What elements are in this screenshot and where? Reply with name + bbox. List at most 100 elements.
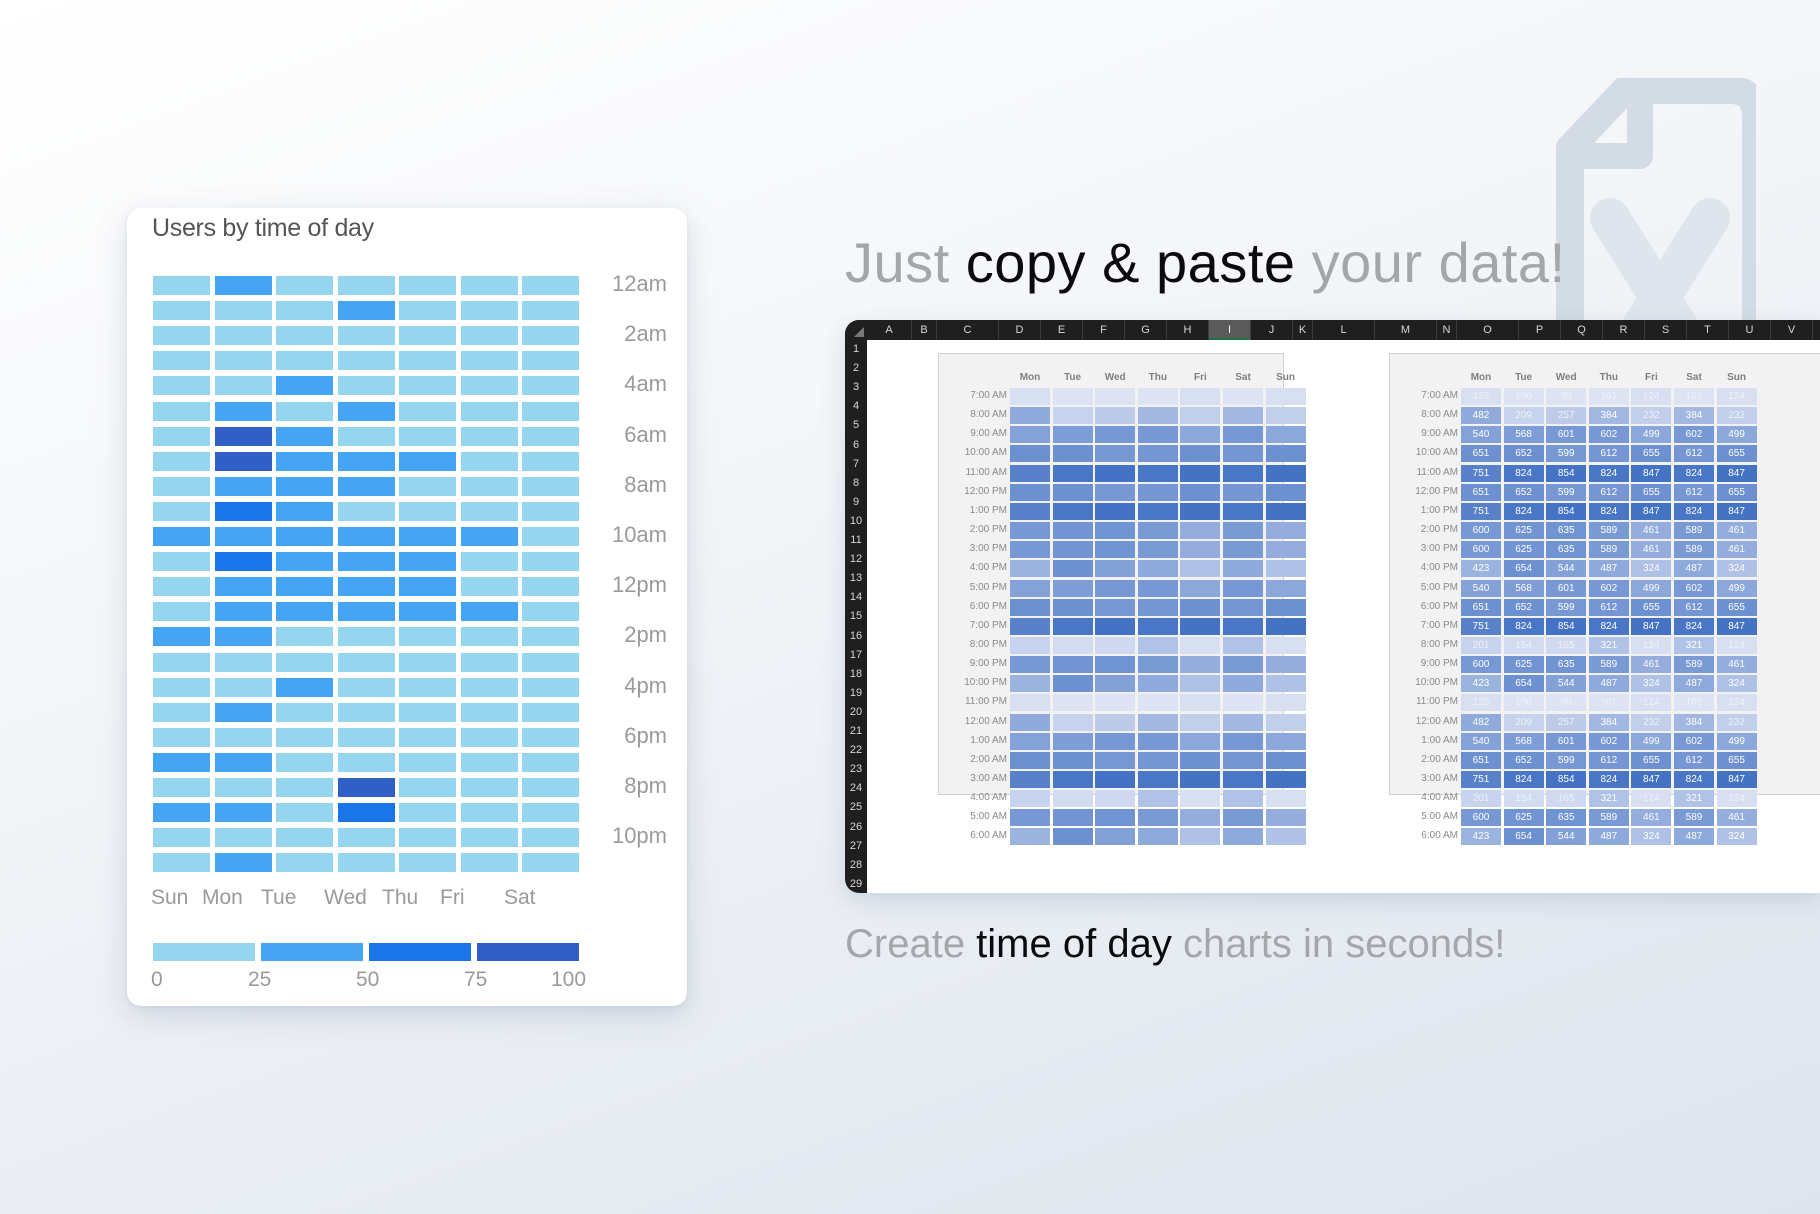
sheet-color-cell[interactable] — [1265, 445, 1306, 463]
sheet-value-cell[interactable]: 100 — [1503, 388, 1544, 405]
heatmap-cell[interactable] — [337, 351, 395, 371]
sheet-color-cell[interactable] — [1095, 464, 1136, 482]
heatmap-cell[interactable] — [153, 828, 210, 848]
sheet-color-cell[interactable] — [1137, 388, 1178, 405]
sheet-color-cell[interactable] — [1095, 751, 1136, 769]
heatmap-cell[interactable] — [399, 803, 456, 823]
heatmap-cell[interactable] — [214, 476, 272, 496]
heatmap-cell[interactable] — [153, 627, 210, 647]
row-header[interactable]: 8 — [845, 474, 867, 493]
heatmap-cell[interactable] — [337, 702, 395, 722]
sheet-value-cell[interactable]: 635 — [1546, 656, 1587, 674]
heatmap-cell[interactable] — [337, 853, 395, 873]
sheet-color-cell[interactable] — [1180, 675, 1221, 693]
sheet-value-cell[interactable]: 854 — [1546, 502, 1587, 520]
row-header[interactable]: 21 — [845, 722, 867, 741]
column-header-t[interactable]: T — [1687, 320, 1729, 340]
row-header[interactable]: 12 — [845, 550, 867, 569]
sheet-color-cell[interactable] — [1137, 636, 1178, 654]
heatmap-cell[interactable] — [214, 351, 272, 371]
sheet-value-cell[interactable]: 324 — [1716, 828, 1757, 846]
heatmap-cell[interactable] — [522, 652, 579, 672]
column-header-e[interactable]: E — [1041, 320, 1083, 340]
heatmap-cell[interactable] — [153, 752, 210, 772]
heatmap-cell[interactable] — [460, 652, 518, 672]
sheet-color-cell[interactable] — [1010, 732, 1050, 750]
heatmap-cell[interactable] — [276, 401, 333, 421]
sheet-color-cell[interactable] — [1095, 617, 1136, 635]
sheet-value-cell[interactable]: 824 — [1503, 617, 1544, 635]
heatmap-cell[interactable] — [214, 727, 272, 747]
heatmap-cell[interactable] — [153, 552, 210, 572]
sheet-color-cell[interactable] — [1052, 445, 1093, 463]
sheet-color-cell[interactable] — [1180, 445, 1221, 463]
sheet-value-cell[interactable]: 589 — [1674, 522, 1714, 540]
sheet-color-cell[interactable] — [1223, 656, 1263, 674]
sheet-color-cell[interactable] — [1137, 598, 1178, 616]
heatmap-cell[interactable] — [460, 803, 518, 823]
sheet-value-cell[interactable]: 602 — [1588, 732, 1629, 750]
heatmap-cell[interactable] — [337, 752, 395, 772]
row-header[interactable]: 25 — [845, 798, 867, 817]
sheet-value-cell[interactable]: 461 — [1716, 541, 1757, 559]
heatmap-cell[interactable] — [460, 401, 518, 421]
sheet-value-cell[interactable]: 824 — [1588, 771, 1629, 788]
sheet-value-cell[interactable]: 257 — [1546, 407, 1587, 425]
sheet-color-cell[interactable] — [1137, 694, 1178, 712]
heatmap-cell[interactable] — [214, 803, 272, 823]
sheet-value-cell[interactable]: 461 — [1631, 656, 1672, 674]
heatmap-cell[interactable] — [337, 376, 395, 396]
sheet-value-cell[interactable]: 612 — [1588, 445, 1629, 463]
heatmap-cell[interactable] — [337, 828, 395, 848]
sheet-value-cell[interactable]: 384 — [1588, 407, 1629, 425]
heatmap-cell[interactable] — [399, 727, 456, 747]
column-header-b[interactable]: B — [912, 320, 937, 340]
sheet-value-cell[interactable]: 124 — [1631, 636, 1672, 654]
heatmap-cell[interactable] — [214, 301, 272, 321]
sheet-value-cell[interactable]: 854 — [1546, 617, 1587, 635]
sheet-value-cell[interactable]: 461 — [1716, 522, 1757, 540]
heatmap-cell[interactable] — [276, 828, 333, 848]
sheet-color-cell[interactable] — [1095, 713, 1136, 731]
sheet-value-cell[interactable]: 544 — [1546, 828, 1587, 846]
sheet-value-cell[interactable]: 499 — [1631, 579, 1672, 597]
heatmap-cell[interactable] — [153, 602, 210, 622]
sheet-color-cell[interactable] — [1137, 464, 1178, 482]
heatmap-cell[interactable] — [337, 426, 395, 446]
sheet-value-cell[interactable]: 602 — [1674, 732, 1714, 750]
sheet-value-cell[interactable]: 824 — [1503, 771, 1544, 788]
row-header[interactable]: 10 — [845, 512, 867, 531]
sheet-color-cell[interactable] — [1010, 790, 1050, 808]
sheet-value-cell[interactable]: 100 — [1503, 694, 1544, 712]
heatmap-cell[interactable] — [522, 451, 579, 471]
sheet-value-cell[interactable]: 824 — [1674, 771, 1714, 788]
heatmap-cell[interactable] — [153, 326, 210, 346]
sheet-value-cell[interactable]: 824 — [1503, 464, 1544, 482]
heatmap-cell[interactable] — [522, 426, 579, 446]
heatmap-cell[interactable] — [399, 326, 456, 346]
heatmap-cell[interactable] — [460, 752, 518, 772]
sheet-value-cell[interactable]: 847 — [1631, 771, 1672, 788]
sheet-value-cell[interactable]: 589 — [1588, 541, 1629, 559]
column-header-l[interactable]: L — [1313, 320, 1375, 340]
sheet-value-cell[interactable]: 652 — [1503, 483, 1544, 501]
sheet-value-cell[interactable]: 625 — [1503, 656, 1544, 674]
heatmap-cell[interactable] — [460, 828, 518, 848]
heatmap-cell[interactable] — [153, 803, 210, 823]
column-header-h[interactable]: H — [1167, 320, 1209, 340]
sheet-value-cell[interactable]: 601 — [1546, 426, 1587, 444]
row-header[interactable]: 17 — [845, 646, 867, 665]
sheet-value-cell[interactable]: 232 — [1716, 407, 1757, 425]
sheet-color-cell[interactable] — [1010, 560, 1050, 578]
sheet-color-cell[interactable] — [1180, 579, 1221, 597]
sheet-value-cell[interactable]: 824 — [1588, 617, 1629, 635]
row-header[interactable]: 23 — [845, 760, 867, 779]
sheet-color-cell[interactable] — [1137, 809, 1178, 827]
sheet-value-cell[interactable]: 751 — [1461, 464, 1501, 482]
sheet-color-cell[interactable] — [1010, 694, 1050, 712]
column-header-d[interactable]: D — [999, 320, 1041, 340]
sheet-color-cell[interactable] — [1137, 732, 1178, 750]
heatmap-cell[interactable] — [214, 602, 272, 622]
heatmap-cell[interactable] — [460, 426, 518, 446]
sheet-value-cell[interactable]: 423 — [1461, 560, 1501, 578]
